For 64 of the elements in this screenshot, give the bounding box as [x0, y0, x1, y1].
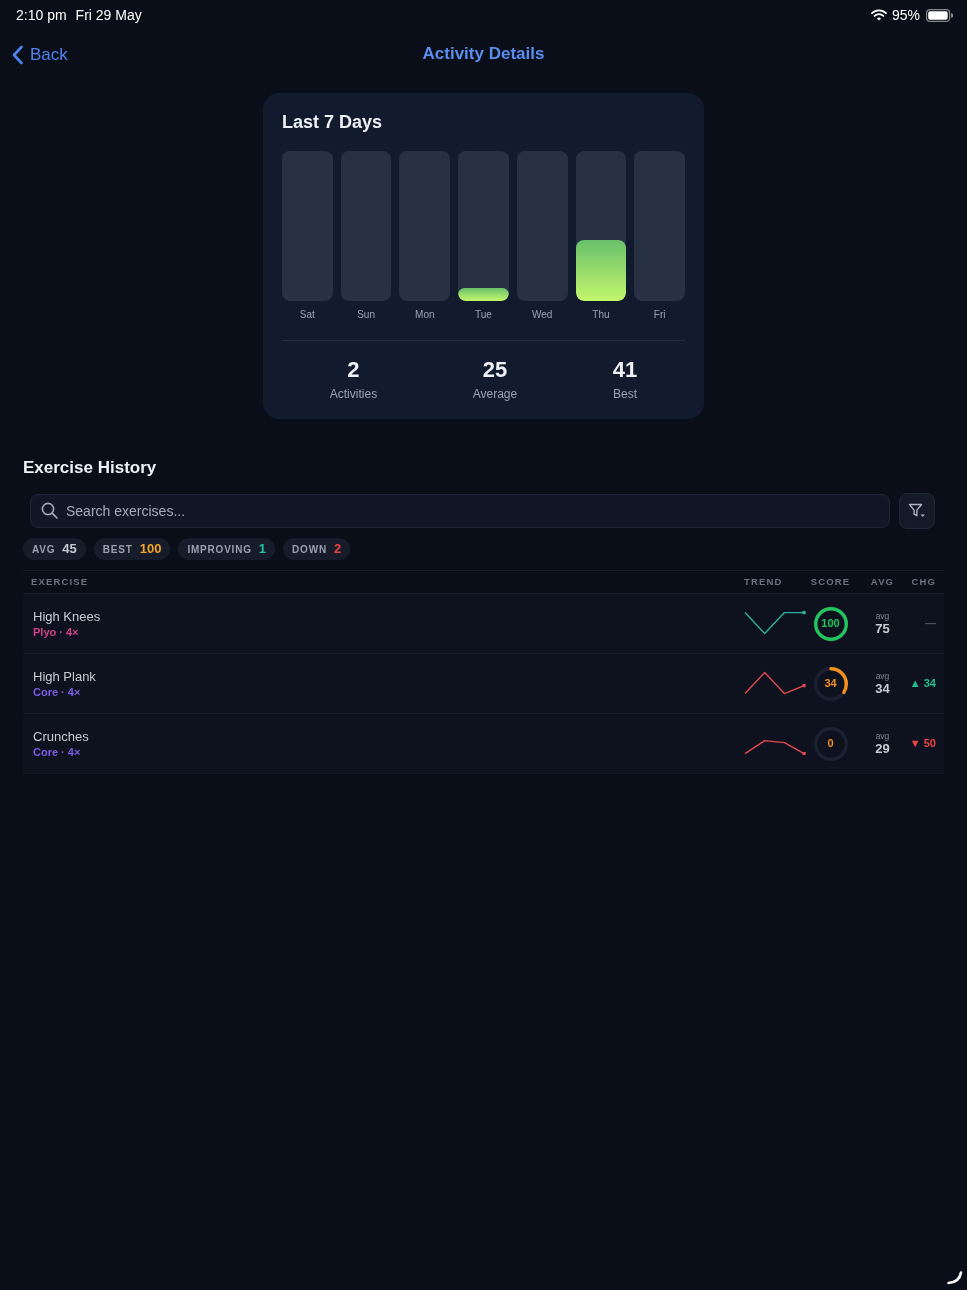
- chevron-left-icon: [11, 44, 24, 65]
- chip-value: 45: [62, 540, 77, 559]
- change-value: ▼ 50: [909, 736, 936, 752]
- column-header: AVG: [869, 574, 896, 589]
- exercise-tag: Plyo · 4×: [33, 625, 79, 639]
- status-time: 2:10 pm: [16, 5, 67, 25]
- score-value: 100: [821, 616, 840, 632]
- chip-label: IMPROVING: [187, 542, 252, 557]
- exercise-name: High Plank: [33, 668, 96, 685]
- stat-value: 25: [482, 356, 508, 384]
- chip-value: 1: [258, 540, 267, 559]
- back-button[interactable]: Back: [11, 42, 68, 68]
- exercise-tag: Core · 4×: [33, 745, 81, 759]
- day-label: Mon: [415, 308, 435, 322]
- score-ring: [813, 666, 848, 701]
- chip-label: AVG: [32, 542, 56, 557]
- avg-value: 75: [875, 621, 890, 636]
- day-label: Tue: [475, 308, 492, 322]
- exercise-tag: Core · 4×: [33, 685, 81, 699]
- battery-icon: [926, 8, 953, 22]
- filter-button[interactable]: [899, 493, 935, 529]
- status-date: Fri 29 May: [75, 5, 142, 25]
- day-label: Fri: [653, 308, 666, 322]
- section-title: Exercise History: [23, 457, 158, 479]
- day-label: Wed: [532, 308, 553, 322]
- avg-label: avg: [875, 731, 890, 741]
- change-value: ▲ 34: [909, 676, 936, 692]
- avg-label: avg: [875, 671, 890, 681]
- exercise-name: Crunches: [33, 728, 89, 745]
- table-row[interactable]: High Plank Core · 4× 34 avg 34 ▲ 34: [23, 654, 944, 714]
- stat-label: Best: [612, 386, 637, 402]
- stat-value: 2: [347, 356, 360, 384]
- score-value: 34: [824, 676, 837, 692]
- card-title: Last 7 Days: [282, 111, 384, 134]
- chip-label: BEST: [102, 542, 133, 557]
- search-icon: [41, 502, 58, 519]
- page-title: Activity Details: [422, 43, 545, 66]
- search-field[interactable]: Search exercises...: [30, 494, 890, 528]
- column-header: TREND: [744, 574, 784, 589]
- chip-value: 2: [333, 540, 342, 559]
- avg-value: 34: [875, 681, 890, 696]
- avg-label: avg: [875, 611, 890, 621]
- column-header: EXERCISE: [31, 574, 90, 589]
- exercise-name: High Knees: [33, 608, 101, 625]
- day-label: Sun: [357, 308, 375, 322]
- chip-value: 100: [139, 540, 162, 559]
- score-value: 0: [827, 736, 834, 752]
- change-value: —: [925, 616, 936, 632]
- table-row[interactable]: Crunches Core · 4× 0 avg 29 ▼ 50: [23, 714, 944, 774]
- stat-value: 41: [612, 356, 638, 384]
- day-label: Thu: [592, 308, 610, 322]
- avg-value: 29: [875, 741, 890, 756]
- curve-icon: [947, 1271, 963, 1285]
- table-row[interactable]: High Knees Plyo · 4× 100 avg 75 —: [23, 594, 944, 654]
- battery-percent: 95%: [891, 5, 920, 25]
- column-header: SCORE: [809, 574, 852, 589]
- chip-label: DOWN: [292, 542, 327, 557]
- stat-label: Activities: [329, 386, 378, 402]
- filter-icon: [908, 503, 926, 519]
- score-ring: [813, 606, 848, 641]
- stat-label: Average: [472, 386, 518, 402]
- day-label: Sat: [299, 308, 315, 322]
- column-header: CHG: [910, 574, 936, 589]
- wifi-icon: [870, 9, 887, 21]
